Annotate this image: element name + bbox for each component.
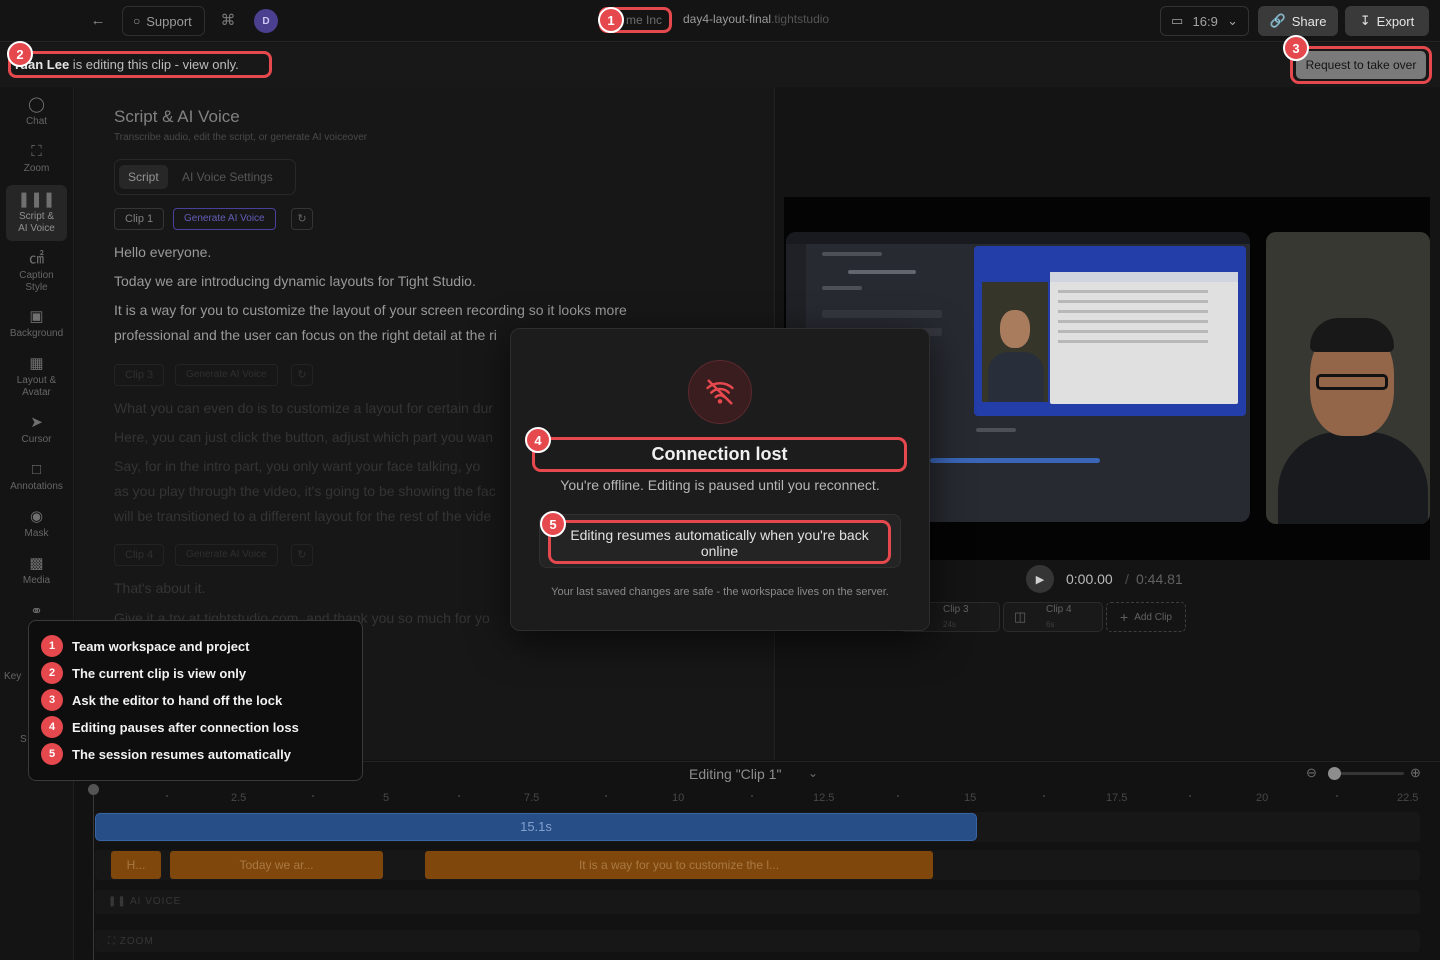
dialog-title: Connection lost	[651, 444, 788, 464]
legend-text: Team workspace and project	[72, 638, 250, 654]
project-name-text: day4-layout-final	[683, 12, 772, 26]
command-icon[interactable]: ⌘	[218, 11, 238, 29]
support-button[interactable]: ○ Support	[122, 6, 205, 36]
view-only-text: is editing this clip - view only.	[69, 57, 239, 72]
resume-note: Editing resumes automatically when you'r…	[548, 520, 891, 564]
share-label: Share	[1291, 13, 1327, 29]
wifi-off-icon	[688, 360, 752, 424]
legend-item: 1 Team workspace and project	[41, 635, 250, 657]
monitor-icon: ▭	[1171, 13, 1184, 28]
annotation-marker-3: 3	[1283, 35, 1309, 61]
legend-number: 4	[41, 716, 63, 738]
arrow-left-icon[interactable]: ←	[88, 11, 108, 31]
chevron-down-icon: ⌄	[1227, 13, 1238, 28]
legend-item: 3 Ask the editor to hand off the lock	[41, 689, 282, 711]
view-only-message: rdan Lee is editing this clip - view onl…	[8, 51, 272, 78]
legend-item: 4 Editing pauses after connection loss	[41, 716, 299, 738]
legend-number: 3	[41, 689, 63, 711]
legend-text: Ask the editor to hand off the lock	[72, 692, 283, 708]
avatar[interactable]: D	[254, 9, 278, 33]
legend-text: The current clip is view only	[72, 665, 247, 681]
dialog-description: You're offline. Editing is paused until …	[560, 477, 880, 493]
annotation-marker-4: 4	[525, 427, 551, 453]
legend-text: Editing pauses after connection loss	[72, 719, 299, 735]
aspect-ratio-select[interactable]: ▭ 16:9 ⌄	[1160, 6, 1249, 36]
project-name[interactable]: day4-layout-final.tightstudio	[683, 12, 829, 26]
annotation-marker-5: 5	[540, 511, 566, 537]
export-label: Export	[1376, 13, 1415, 29]
legend-text: The session resumes automatically	[72, 746, 291, 762]
legend-number: 1	[41, 635, 63, 657]
project-domain: .tightstudio	[771, 12, 830, 26]
link-icon: 🔗	[1269, 13, 1286, 28]
dialog-footer: Your last saved changes are safe - the w…	[551, 586, 889, 598]
support-label: Support	[146, 13, 192, 29]
legend-number: 2	[41, 662, 63, 684]
annotation-marker-2: 2	[7, 41, 33, 67]
top-bar: ← ○ Support ⌘ D me Inc day4-layout-final…	[0, 0, 1440, 42]
chat-bubble-icon: ○	[133, 14, 141, 28]
export-button[interactable]: ↧ Export	[1345, 6, 1429, 36]
share-button[interactable]: 🔗 Share	[1258, 6, 1338, 36]
legend-item: 2 The current clip is view only	[41, 662, 246, 684]
legend-item: 5 The session resumes automatically	[41, 743, 291, 765]
annotation-marker-1: 1	[598, 7, 624, 33]
legend-number: 5	[41, 743, 63, 765]
aspect-ratio-value: 16:9	[1192, 13, 1218, 29]
request-takeover-button[interactable]: Request to take over	[1296, 51, 1426, 79]
download-icon: ↧	[1359, 13, 1371, 28]
